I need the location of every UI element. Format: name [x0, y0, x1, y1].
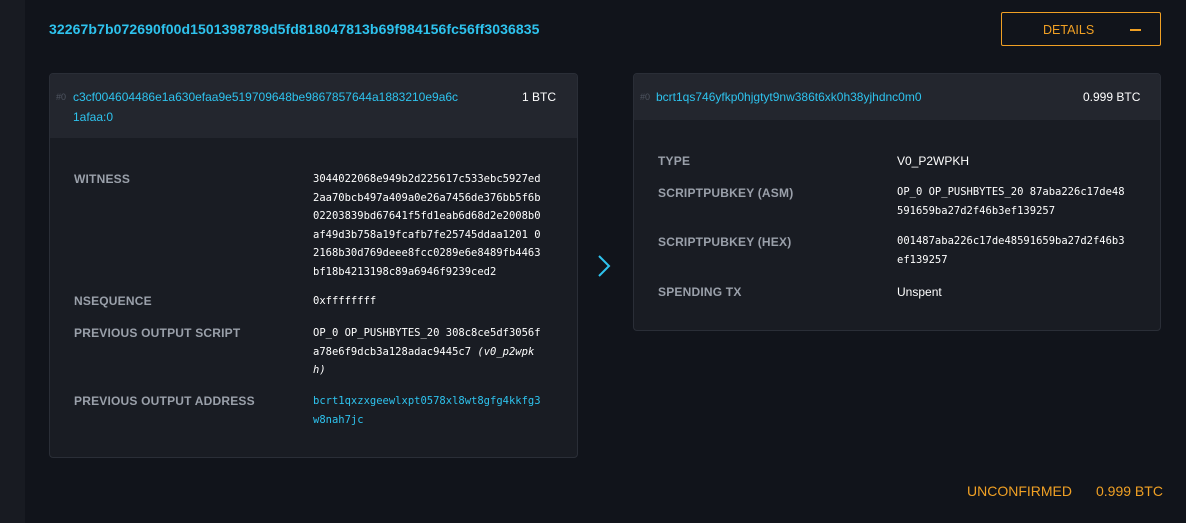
collapse-minus-icon [1130, 29, 1141, 31]
nsequence-label: NSEQUENCE [74, 294, 152, 308]
prev-output-address-label: PREVIOUS OUTPUT ADDRESS [74, 394, 255, 408]
input-prevout-link[interactable]: c3cf004604486e1a630efaa9e519709648be9867… [73, 90, 458, 104]
prev-output-address-link-cont[interactable]: w8nah7jc [313, 411, 364, 430]
prev-output-script-type: (v0_p2wpk [477, 345, 535, 358]
input-prevout-link-cont[interactable]: 1afaa:0 [73, 110, 113, 124]
type-label: TYPE [658, 154, 691, 168]
details-toggle-button[interactable]: DETAILS [1001, 12, 1161, 46]
prev-output-script-value-cont: a78e6f9dcb3a128adac9445c7 (v0_p2wpk [313, 343, 534, 362]
confirmation-status: UNCONFIRMED [967, 483, 1072, 499]
input-index: #0 [56, 92, 67, 102]
scriptpubkey-hex-label: SCRIPTPUBKEY (HEX) [658, 235, 792, 249]
output-address-link[interactable]: bcrt1qs746yfkp0hjgtyt9nw386t6xk0h38yjhdn… [656, 90, 922, 104]
scriptpubkey-hex-value-cont: ef139257 [897, 253, 948, 266]
scriptpubkey-asm-value: OP_0 OP_PUSHBYTES_20 87aba226c17de48 [897, 186, 1125, 198]
input-header: #0 c3cf004604486e1a630efaa9e519709648be9… [50, 74, 577, 138]
nsequence-value: 0xffffffff [313, 295, 377, 307]
scriptpubkey-asm-value-cont: 591659ba27d2f46b3ef139257 [897, 204, 1056, 217]
output-amount: 0.999 BTC [1083, 90, 1141, 104]
chevron-right-icon [598, 255, 611, 277]
sidebar-strip [0, 0, 25, 523]
output-index: #0 [640, 92, 651, 102]
input-amount: 1 BTC [522, 90, 557, 104]
spending-tx-label: SPENDING TX [658, 285, 742, 299]
witness-line: 3044022068e949b2d225617c533ebc5927ed [313, 173, 541, 185]
witness-line: 2168b30d769deee8fcc0289e6e8489fb4463 [313, 247, 541, 259]
input-panel: #0 c3cf004604486e1a630efaa9e519709648be9… [49, 73, 578, 458]
witness-line: af49d3b758a19fcafb7fe25745ddaa1201 0 [313, 228, 541, 241]
type-value: V0_P2WPKH [897, 154, 970, 168]
prev-output-script-value: OP_0 OP_PUSHBYTES_20 308c8ce5df3056f [313, 327, 541, 339]
witness-line: bf18b4213198c89a6946f9239ced2 [313, 265, 497, 278]
total-amount: 0.999 BTC [1096, 483, 1163, 499]
prev-output-script-label: PREVIOUS OUTPUT SCRIPT [74, 326, 241, 340]
details-button-label: DETAILS [1043, 23, 1095, 37]
scriptpubkey-asm-label: SCRIPTPUBKEY (ASM) [658, 186, 794, 200]
witness-line: 2aa70bcb497a409a0e26a7456de376bb5f6b [313, 191, 541, 204]
prev-output-script-hex: a78e6f9dcb3a128adac9445c7 [313, 345, 472, 358]
output-header: #0 bcrt1qs746yfkp0hjgtyt9nw386t6xk0h38yj… [634, 74, 1160, 120]
scriptpubkey-hex-value: 001487aba226c17de48591659ba27d2f46b3 [897, 235, 1125, 247]
transaction-id-link[interactable]: 32267b7b072690f00d1501398789d5fd81804781… [49, 21, 540, 37]
output-panel: #0 bcrt1qs746yfkp0hjgtyt9nw386t6xk0h38yj… [633, 73, 1161, 331]
spending-tx-value: Unspent [897, 285, 942, 299]
prev-output-script-type-cont: h) [313, 364, 326, 376]
prev-output-address-link[interactable]: bcrt1qxzxgeewlxpt0578xl8wt8gfg4kkfg3 [313, 392, 541, 411]
witness-label: WITNESS [74, 172, 131, 186]
witness-line: 02203839bd67641f5fd1eab6d68d2e2008b0 [313, 210, 541, 222]
